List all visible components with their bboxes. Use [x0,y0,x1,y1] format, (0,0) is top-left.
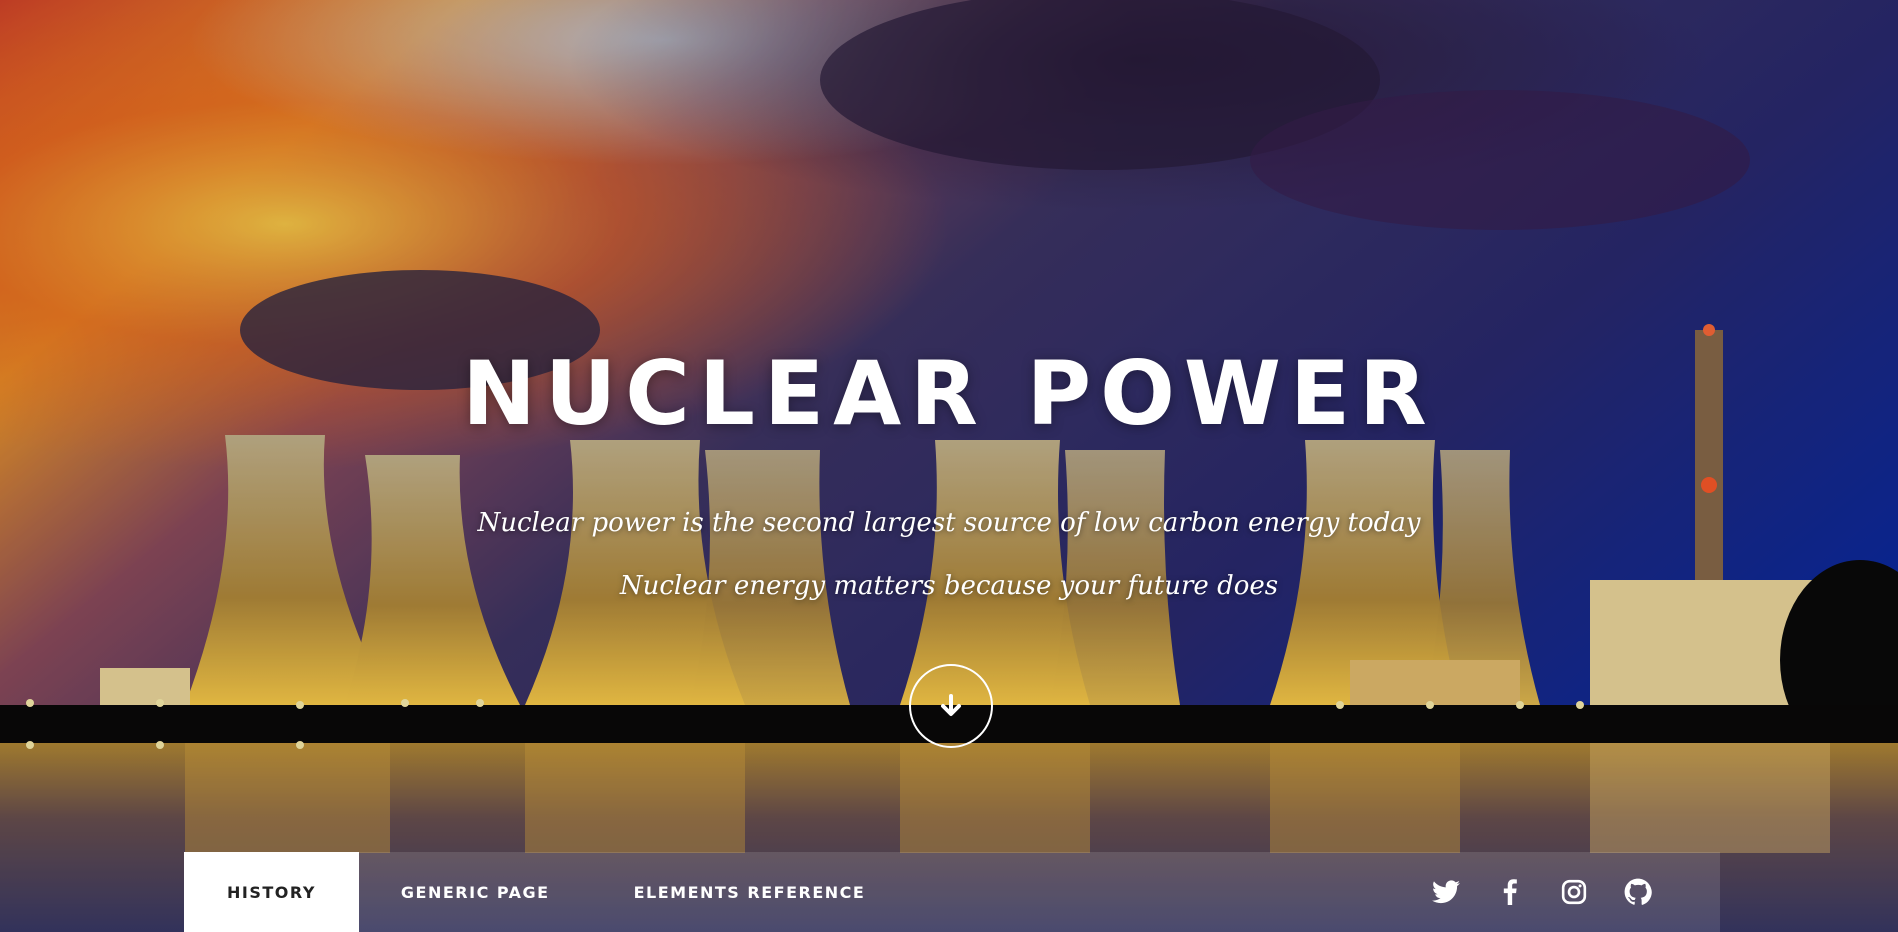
page-title: NUCLEAR POWER [462,342,1436,445]
instagram-link[interactable] [1542,852,1606,932]
hero-section: NUCLEAR POWER Nuclear power is the secon… [0,0,1898,932]
hero-subtitle-2: Nuclear energy matters because your futu… [619,571,1279,601]
nav-item-elements-reference[interactable]: ELEMENTS REFERENCE [592,852,908,932]
twitter-link[interactable] [1414,852,1478,932]
main-nav: HISTORY GENERIC PAGE ELEMENTS REFERENCE [184,852,1720,932]
facebook-icon [1503,879,1517,905]
twitter-icon [1432,880,1460,904]
hero-subtitle-1: Nuclear power is the second largest sour… [477,508,1421,538]
social-links [1414,852,1720,932]
scroll-down-button[interactable] [909,664,993,748]
nav-item-history[interactable]: HISTORY [184,852,359,932]
arrow-down-circle-icon [941,694,961,716]
facebook-link[interactable] [1478,852,1542,932]
hero-content: NUCLEAR POWER Nuclear power is the secon… [0,0,1898,932]
github-icon [1624,878,1652,905]
github-link[interactable] [1606,852,1670,932]
nav-item-generic-page[interactable]: GENERIC PAGE [359,852,592,932]
instagram-icon [1561,879,1587,905]
